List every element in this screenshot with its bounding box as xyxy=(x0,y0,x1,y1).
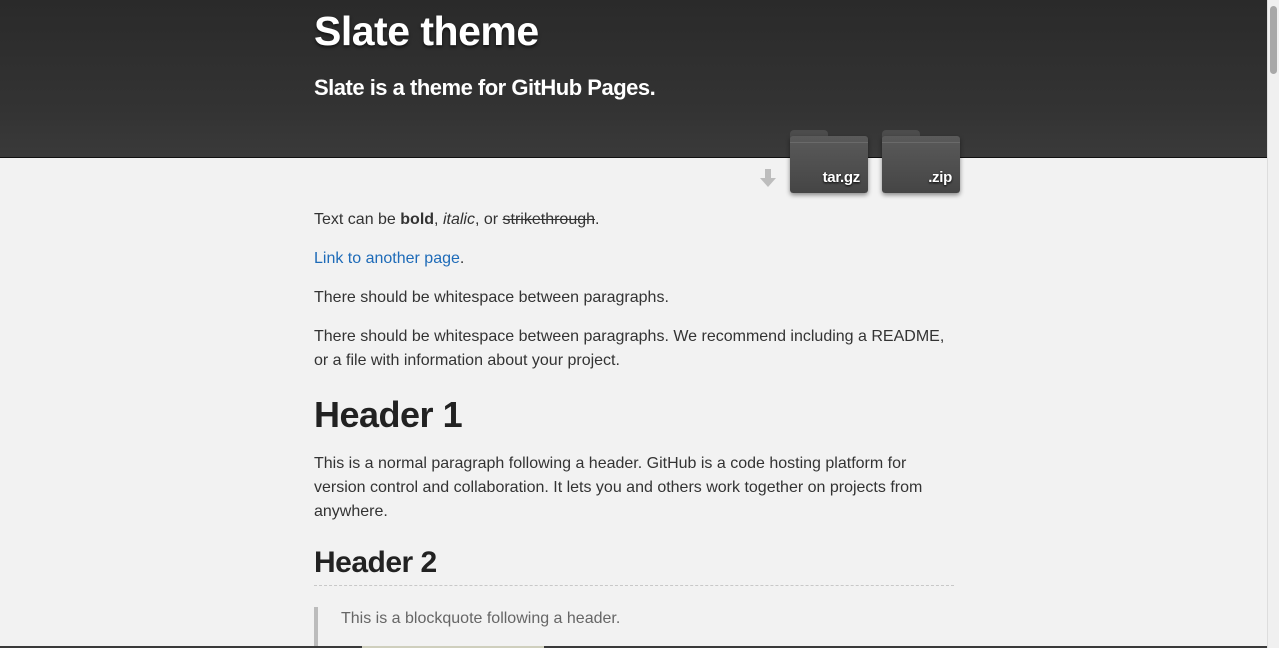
blockquote: This is a blockquote following a header. xyxy=(314,607,954,648)
site-title[interactable]: Slate theme xyxy=(314,8,539,55)
blockquote-text: This is a blockquote following a header. xyxy=(341,610,621,627)
text-sep: , xyxy=(434,211,443,228)
download-tar-button[interactable]: tar.gz xyxy=(790,130,868,193)
strikethrough-text: strikethrough xyxy=(502,211,596,228)
scrollbar-thumb[interactable] xyxy=(1270,6,1277,74)
folder-icon: .zip xyxy=(882,136,960,193)
text-sep: , or xyxy=(474,211,503,228)
text-suffix: . xyxy=(595,211,600,228)
paragraph-readme: There should be whitespace between parag… xyxy=(314,328,945,369)
text-suffix: . xyxy=(459,250,465,267)
zip-label: .zip xyxy=(928,169,952,186)
tar-label: tar.gz xyxy=(822,169,861,186)
header-1: Header 1 xyxy=(314,394,463,435)
paragraph-link: Link to another page. xyxy=(314,247,464,271)
italic-text: italic xyxy=(442,211,475,228)
bold-text: bold xyxy=(400,211,435,228)
download-arrow-icon xyxy=(760,169,776,187)
another-page-link[interactable]: Link to another page xyxy=(314,250,460,267)
paragraph-formatting: Text can be bold, italic, or strikethrou… xyxy=(314,208,599,232)
download-zip-button[interactable]: .zip xyxy=(882,130,960,193)
paragraph-whitespace: There should be whitespace between parag… xyxy=(314,289,669,306)
text-prefix: Text can be xyxy=(314,211,401,228)
site-header: Slate theme Slate is a theme for GitHub … xyxy=(0,0,1268,158)
header-2: Header 2 xyxy=(314,544,954,586)
paragraph-github: This is a normal paragraph following a h… xyxy=(314,455,923,520)
site-tagline: Slate is a theme for GitHub Pages. xyxy=(314,75,656,100)
folder-icon: tar.gz xyxy=(790,136,868,193)
vertical-scrollbar[interactable] xyxy=(1267,0,1279,648)
